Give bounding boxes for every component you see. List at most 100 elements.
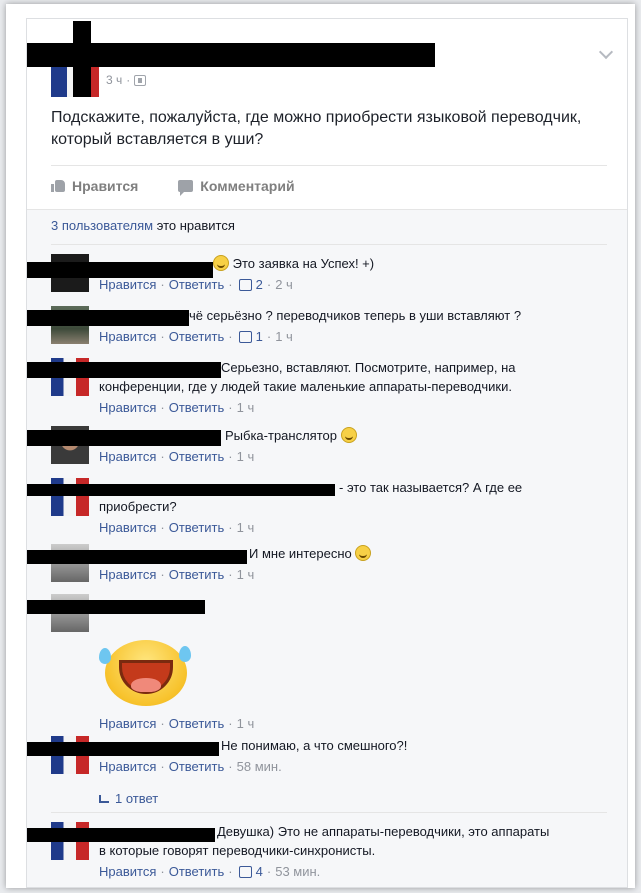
dot-separator: · <box>160 329 165 344</box>
smile-emoji-icon <box>355 545 372 561</box>
dot-separator: · <box>266 277 272 292</box>
tear-icon <box>99 648 111 664</box>
thumbs-up-icon[interactable] <box>238 865 252 878</box>
comment-time[interactable]: 1 ч <box>237 518 255 537</box>
comment-time[interactable]: 2 ч <box>275 275 293 294</box>
comment: чё серьёзно ? переводчиков теперь в уши … <box>27 306 607 346</box>
privacy-icon[interactable] <box>134 74 147 86</box>
reply-arrow-icon <box>99 794 109 803</box>
comment-like-link[interactable]: Нравится <box>99 327 156 346</box>
comment-time[interactable]: 1 ч <box>237 714 255 733</box>
like-button[interactable]: Нравится <box>51 178 138 194</box>
comment-actions: Нравится · Ответить · 1 · 1 ч <box>99 327 607 346</box>
comment-reply-link[interactable]: Ответить <box>169 398 225 417</box>
dot-separator: · <box>228 277 233 292</box>
comment-time[interactable]: 1 ч <box>237 398 255 417</box>
comment-text: Серьезно, вставляют. Посмотрите, наприме… <box>221 360 516 375</box>
divider <box>51 812 607 813</box>
likers-link[interactable]: 3 пользователям <box>51 218 153 233</box>
comment: Девушка) Это не аппараты-переводчики, эт… <box>27 822 607 882</box>
smile-emoji-icon <box>340 427 357 443</box>
comment: Нравится · Ответить · 1 ч <box>27 594 607 734</box>
comment-like-link[interactable]: Нравится <box>99 275 156 294</box>
screenshot-frame: 3 ч · Подскажите, пожалуйста, где можно … <box>6 4 635 888</box>
dot-separator: · <box>228 567 233 582</box>
comment: И мне интересно Нравится · Ответить · 1 … <box>27 544 607 584</box>
divider <box>51 244 607 245</box>
comment-actions: Нравится · Ответить · 2 · 2 ч <box>99 275 607 294</box>
comment-like-link[interactable]: Нравится <box>99 398 156 417</box>
comment-text: Рыбка-транслятор <box>225 428 337 443</box>
comment-like-link[interactable]: Нравится <box>99 565 156 584</box>
tear-icon <box>179 646 191 662</box>
comment-reply-link[interactable]: Ответить <box>169 327 225 346</box>
comment-like-link[interactable]: Нравится <box>99 518 156 537</box>
comment-reply-link[interactable]: Ответить <box>169 714 225 733</box>
comment-icon <box>178 179 194 196</box>
redacted-author-mark <box>73 21 91 97</box>
like-count[interactable]: 4 <box>256 862 263 881</box>
thumbs-up-icon[interactable] <box>238 278 252 291</box>
smile-emoji-icon <box>213 255 229 271</box>
post-text: Подскажите, пожалуйста, где можно приобр… <box>51 109 582 148</box>
comment-reply-link[interactable]: Ответить <box>169 757 225 776</box>
laughing-sticker-icon <box>99 632 191 712</box>
redacted-name <box>27 600 205 614</box>
comment-time[interactable]: 53 мин. <box>275 862 320 881</box>
comment-like-link[interactable]: Нравится <box>99 714 156 733</box>
comment-time[interactable]: 1 ч <box>275 327 293 346</box>
comment-reply-link[interactable]: Ответить <box>169 565 225 584</box>
comment-time[interactable]: 1 ч <box>237 447 255 466</box>
comment-text: Девушка) Это не аппараты-переводчики, эт… <box>217 824 550 839</box>
comment-text-continued: в которые говорят переводчики-синхронист… <box>99 843 376 858</box>
likes-summary: 3 пользователям это нравится <box>51 218 235 233</box>
comment-actions: Нравится · Ответить · 1 ч <box>99 447 607 466</box>
likes-suffix: это нравится <box>156 218 235 233</box>
comment-button[interactable]: Комментарий <box>178 178 295 196</box>
dot-separator: · <box>160 400 165 415</box>
dot-separator: · <box>228 520 233 535</box>
comment: Серьезно, вставляют. Посмотрите, наприме… <box>27 358 607 417</box>
comment-actions: Нравится · Ответить · 4 · 53 мин. <box>99 862 607 881</box>
chevron-down-icon[interactable] <box>598 44 614 60</box>
dot-separator: · <box>160 716 165 731</box>
like-label: Нравится <box>72 177 139 194</box>
post-card: 3 ч · Подскажите, пожалуйста, где можно … <box>26 18 628 888</box>
replies-count: 1 ответ <box>115 791 159 806</box>
dot-separator: · <box>228 329 233 344</box>
comment-actions: Нравится · Ответить · 1 ч <box>99 565 607 584</box>
like-count[interactable]: 2 <box>256 275 263 294</box>
sticker-tongue <box>131 678 161 692</box>
comment-text-continued: конференции, где у людей такие маленькие… <box>99 379 512 394</box>
comment-actions: Нравится · Ответить · 1 ч <box>99 714 607 733</box>
comment-reply-link[interactable]: Ответить <box>169 447 225 466</box>
view-replies-link[interactable]: 1 ответ <box>99 791 158 806</box>
dot-separator: · <box>160 567 165 582</box>
dot-separator: · <box>228 864 233 879</box>
comment-reply-link[interactable]: Ответить <box>169 518 225 537</box>
dot-separator: · <box>160 864 165 879</box>
comment-reply-link[interactable]: Ответить <box>169 275 225 294</box>
comment-actions: Нравится · Ответить · 1 ч <box>99 398 607 417</box>
thumbs-up-icon[interactable] <box>238 330 252 343</box>
comment-like-link[interactable]: Нравится <box>99 757 156 776</box>
comment-like-link[interactable]: Нравится <box>99 447 156 466</box>
comment: Это заявка на Успех! +) Нравится · Ответ… <box>27 254 607 294</box>
comment-time[interactable]: 58 мин. <box>237 757 282 776</box>
dot-separator: · <box>228 449 233 464</box>
comment-actions: Нравится · Ответить · 1 ч <box>99 518 607 537</box>
comment-time[interactable]: 1 ч <box>237 565 255 584</box>
dot-separator: · <box>160 520 165 535</box>
comment-reply-link[interactable]: Ответить <box>169 862 225 881</box>
comment-like-link[interactable]: Нравится <box>99 862 156 881</box>
dot-separator: · <box>228 759 233 774</box>
comment: Не понимаю, а что смешного?! Нравится · … <box>27 736 607 776</box>
thumbs-up-icon <box>51 179 65 192</box>
comment-text: - это так называется? А где ее <box>339 480 523 495</box>
dot-separator: · <box>266 329 272 344</box>
like-count[interactable]: 1 <box>256 327 263 346</box>
comment-text: Это заявка на Успех! +) <box>232 256 375 271</box>
dot-separator: · <box>266 864 272 879</box>
post-time[interactable]: 3 ч <box>106 73 122 87</box>
comment: Рыбка-транслятор Нравится · Ответить · 1… <box>27 426 607 466</box>
